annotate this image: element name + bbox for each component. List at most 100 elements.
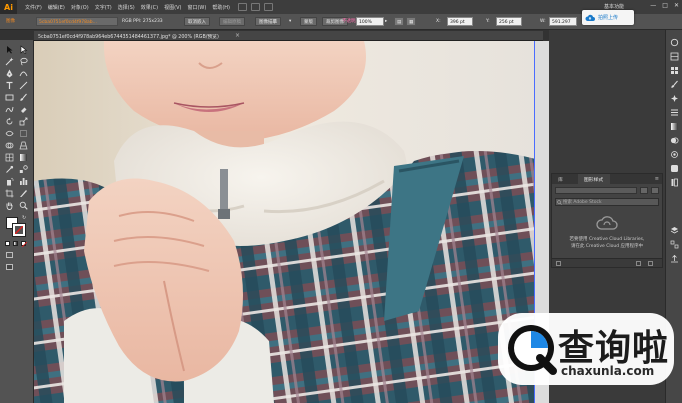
artboards-icon[interactable]	[670, 240, 679, 249]
artboard-canvas[interactable]	[34, 41, 543, 403]
y-field[interactable]: 256 pt	[496, 17, 522, 26]
symbols-icon[interactable]	[670, 94, 679, 103]
workspace-switcher[interactable]: 基本功能	[604, 3, 624, 10]
pen-tool-icon[interactable]	[5, 69, 14, 78]
mask-button[interactable]: 蒙版	[300, 17, 317, 26]
menu-effect[interactable]: 效果(C)	[141, 4, 158, 11]
gpu-icon[interactable]	[264, 3, 273, 11]
width-tool-icon[interactable]	[5, 129, 14, 138]
embed-button[interactable]: 取消嵌入	[184, 17, 210, 26]
libraries-panel-tabs: 库 图形样式 ≡	[552, 174, 662, 184]
transparency-icon[interactable]	[670, 136, 679, 145]
trash-icon[interactable]	[648, 261, 653, 266]
direct-selection-tool-icon[interactable]	[19, 45, 28, 54]
stock-search-input[interactable]: 搜索 Adobe Stock	[555, 198, 659, 206]
asset-export-icon[interactable]	[670, 254, 679, 263]
appearance-icon[interactable]	[670, 150, 679, 159]
hand-tool-icon[interactable]	[5, 201, 14, 210]
mesh-tool-icon[interactable]	[5, 153, 14, 162]
libraries-icon[interactable]	[670, 178, 679, 187]
type-tool-icon[interactable]	[5, 81, 14, 90]
eyedropper-tool-icon[interactable]	[5, 165, 14, 174]
maximize-button[interactable]: □	[662, 2, 668, 9]
symbol-sprayer-tool-icon[interactable]	[5, 177, 14, 186]
layers-icon[interactable]	[670, 226, 679, 235]
brushes-icon[interactable]	[670, 80, 679, 89]
tab-libraries[interactable]: 库	[558, 176, 563, 183]
swatches-icon[interactable]	[670, 66, 679, 75]
document-tab[interactable]: 5cba0751ef0cd4f978ab964eb674435148446137…	[34, 31, 543, 41]
add-content-icon[interactable]	[556, 261, 561, 266]
w-field[interactable]: 591.297	[549, 17, 577, 26]
slice-tool-icon[interactable]	[19, 189, 28, 198]
line-segment-tool-icon[interactable]	[19, 81, 28, 90]
opacity-field[interactable]: 100%	[356, 17, 384, 26]
perspective-grid-tool-icon[interactable]	[19, 141, 28, 150]
trace-dropdown-icon[interactable]: ▾	[289, 17, 291, 26]
menu-type[interactable]: 文字(T)	[95, 4, 112, 11]
magic-wand-tool-icon[interactable]	[5, 57, 14, 66]
color-mode-button[interactable]	[5, 241, 10, 246]
tab-graphic-styles[interactable]: 图形样式	[584, 176, 603, 183]
rotate-tool-icon[interactable]	[5, 117, 14, 126]
linked-file-name[interactable]: 5cba0751ef0cd4f978ab...	[36, 17, 118, 26]
gradient-panel-icon[interactable]	[670, 122, 679, 131]
control-bar: 图像 5cba0751ef0cd4f978ab... RGB PPI: 275x…	[0, 14, 682, 30]
menu-file[interactable]: 文件(F)	[25, 4, 42, 11]
panel-menu-icon[interactable]: ≡	[655, 176, 659, 182]
menu-edit[interactable]: 编辑(E)	[48, 4, 65, 11]
selection-tool-icon[interactable]	[5, 45, 14, 54]
bridge-icon[interactable]	[238, 3, 247, 11]
transform-icon[interactable]: ▦	[406, 17, 417, 26]
library-selector[interactable]	[555, 187, 637, 194]
swap-fill-stroke-icon[interactable]: ↻	[22, 215, 26, 221]
menu-view[interactable]: 视图(V)	[164, 4, 181, 11]
image-trace-button[interactable]: 图像描摹	[255, 17, 281, 26]
zoom-tool-icon[interactable]	[19, 201, 28, 210]
menu-object[interactable]: 对象(O)	[71, 4, 89, 11]
x-field[interactable]: 396 pt	[447, 17, 473, 26]
window-controls: — □ ✕	[650, 2, 679, 9]
cloud-upload-icon	[585, 14, 595, 21]
free-transform-tool-icon[interactable]	[19, 129, 28, 138]
menu-select[interactable]: 选择(S)	[118, 4, 135, 11]
edit-original-button[interactable]: 编辑原稿	[219, 17, 245, 26]
screen-mode-icon[interactable]	[6, 264, 13, 270]
opacity-dropdown-icon[interactable]: ▸	[385, 17, 387, 26]
minimize-button[interactable]: —	[650, 2, 656, 9]
stock-icon[interactable]	[636, 261, 641, 266]
none-mode-button[interactable]	[21, 241, 27, 247]
shaper-tool-icon[interactable]	[5, 105, 14, 114]
arrange-documents-icon[interactable]	[251, 3, 260, 11]
stroke-swatch[interactable]	[12, 223, 26, 237]
lasso-tool-icon[interactable]	[19, 57, 28, 66]
no-stroke-icon	[15, 226, 23, 234]
close-button[interactable]: ✕	[674, 2, 679, 9]
list-view-icon[interactable]	[651, 187, 659, 194]
menu-window[interactable]: 窗口(W)	[187, 4, 206, 11]
blend-tool-icon[interactable]	[19, 165, 28, 174]
artboard-tool-icon[interactable]	[5, 189, 14, 198]
rectangle-tool-icon[interactable]	[5, 93, 14, 102]
close-document-icon[interactable]: ×	[235, 32, 240, 39]
shape-builder-tool-icon[interactable]	[5, 141, 14, 150]
photo-upload-button[interactable]: 拍照上传	[582, 10, 634, 25]
stroke-panel-icon[interactable]	[670, 108, 679, 117]
grid-view-icon[interactable]	[640, 187, 648, 194]
curvature-tool-icon[interactable]	[19, 69, 28, 78]
watermark: 查询啦 chaxunla.com	[498, 313, 674, 385]
align-icon[interactable]: ▤	[394, 17, 405, 26]
column-graph-tool-icon[interactable]	[19, 177, 28, 186]
graphic-styles-icon[interactable]	[670, 164, 679, 173]
color-panel-icon[interactable]	[670, 38, 679, 47]
color-guide-icon[interactable]	[670, 52, 679, 61]
gradient-tool-icon[interactable]	[19, 153, 28, 162]
app-logo: Ai	[0, 0, 17, 14]
eraser-tool-icon[interactable]	[19, 105, 28, 114]
paintbrush-tool-icon[interactable]	[19, 93, 28, 102]
none-icon	[22, 242, 27, 247]
scale-tool-icon[interactable]	[19, 117, 28, 126]
menu-help[interactable]: 帮助(H)	[212, 4, 230, 11]
gradient-mode-button[interactable]	[13, 241, 18, 246]
drawing-mode-icon[interactable]	[6, 252, 13, 258]
